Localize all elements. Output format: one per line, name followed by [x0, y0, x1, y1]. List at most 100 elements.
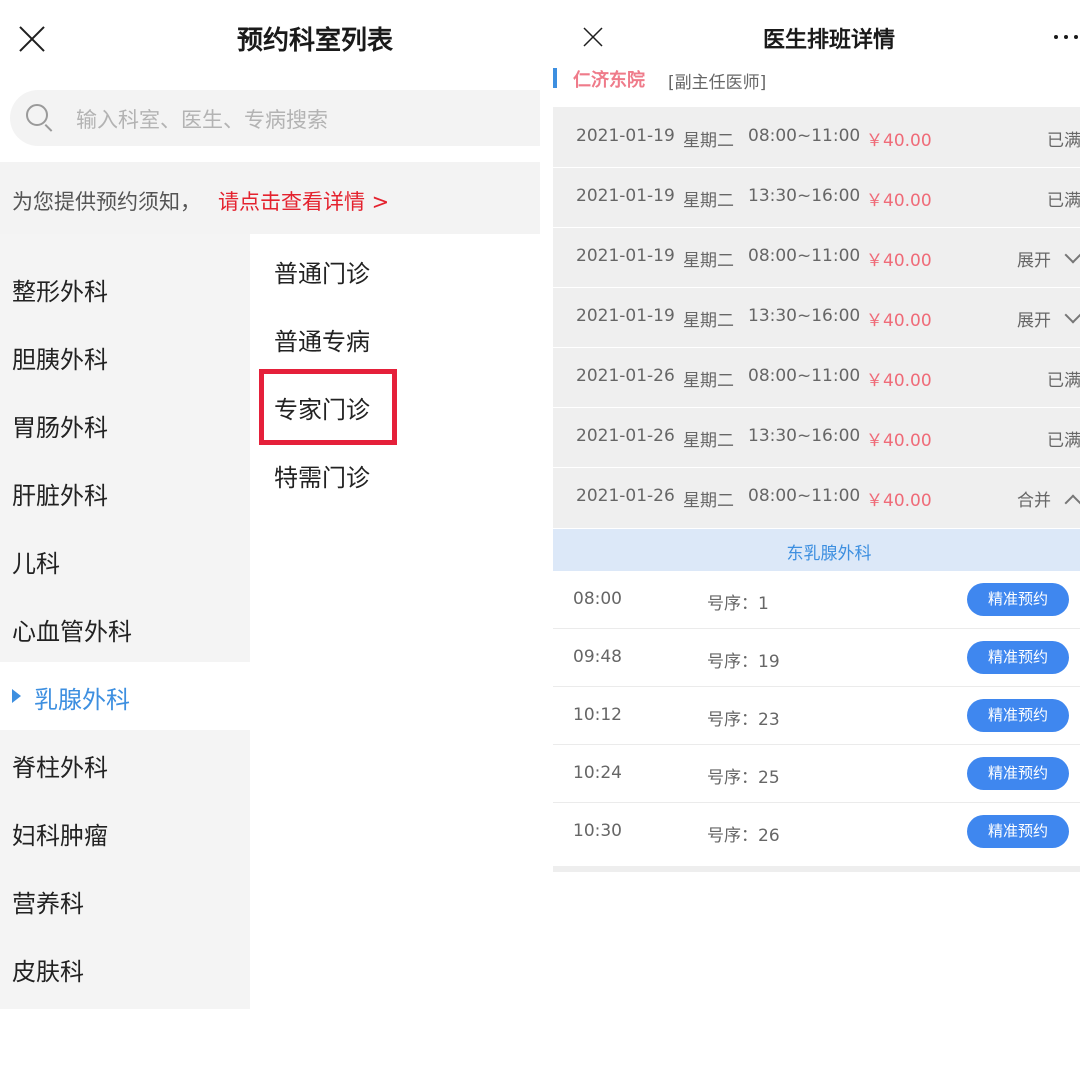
sidebar-item-department[interactable]: 肝脏外科: [0, 458, 250, 526]
expand-toggle[interactable]: 展开: [1017, 306, 1051, 331]
schedule-row[interactable]: 2021-01-19 星期二 13:30~16:00 ￥40.00 展开: [553, 287, 1080, 348]
sidebar-item-department[interactable]: 心血管外科: [0, 594, 250, 662]
schedule-date: 2021-01-19: [576, 306, 675, 326]
department-label: 营养科: [12, 890, 84, 918]
triangle-right-icon: [12, 689, 21, 703]
schedule-date: 2021-01-26: [576, 486, 675, 506]
sidebar-item-department[interactable]: 整形外科: [0, 254, 250, 322]
clinic-type-item[interactable]: 特需门诊: [274, 458, 370, 493]
department-label: 妇科肿瘤: [12, 822, 108, 850]
schedule-price: ￥40.00: [866, 311, 932, 331]
schedule-weekday: 星期二: [683, 191, 734, 211]
time-slot-row: 09:48 号序：19 精准预约: [553, 629, 1080, 687]
schedule-time: 13:30~16:00: [748, 426, 861, 446]
notice-text: 为您提供预约须知，: [12, 190, 201, 214]
search-bar[interactable]: 输入科室、医生、专病搜索: [10, 90, 550, 146]
page-title: 医生排班详情: [762, 28, 895, 53]
sidebar-item-department[interactable]: 胃肠外科: [0, 390, 250, 458]
schedule-row[interactable]: 2021-01-26 星期二 08:00~11:00 ￥40.00 合并: [553, 467, 1080, 527]
schedule-time: 08:00~11:00: [748, 126, 861, 146]
sidebar-item-department[interactable]: 皮肤科: [0, 934, 250, 1002]
notice-detail-link[interactable]: 请点击查看详情 >: [218, 186, 389, 216]
schedule-time: 08:00~11:00: [748, 246, 861, 266]
section-label: 东乳腺外科: [786, 544, 872, 564]
page-title: 预约科室列表: [236, 26, 393, 56]
slot-time: 10:24: [573, 763, 622, 783]
book-button[interactable]: 精准预约: [967, 583, 1069, 616]
chevron-down-icon[interactable]: [1064, 246, 1080, 264]
chevron-down-icon[interactable]: [1064, 306, 1080, 324]
schedule-status: 已满: [1047, 191, 1080, 211]
department-label: 胆胰外科: [12, 346, 108, 374]
slot-number: 号序：26: [707, 826, 780, 846]
schedule-price: ￥40.00: [866, 131, 932, 151]
sidebar-item-department[interactable]: 脊柱外科: [0, 730, 250, 798]
book-button[interactable]: 精准预约: [967, 815, 1069, 848]
book-button[interactable]: 精准预约: [967, 699, 1069, 732]
department-label: 皮肤科: [12, 958, 84, 986]
collapse-toggle[interactable]: 合并: [1017, 486, 1051, 511]
clinic-type-item[interactable]: 普通门诊: [274, 254, 370, 289]
slot-number: 号序：19: [707, 652, 780, 672]
sidebar-item-department[interactable]: 营养科: [0, 866, 250, 934]
schedule-date: 2021-01-19: [576, 246, 675, 266]
schedule-status: 已满: [1047, 431, 1080, 451]
expand-toggle[interactable]: 展开: [1017, 246, 1051, 271]
schedule-date: 2021-01-26: [576, 366, 675, 386]
accent-bar: [553, 68, 557, 88]
schedule-weekday: 星期二: [683, 431, 734, 451]
search-icon: [26, 104, 48, 126]
schedule-weekday: 星期二: [683, 251, 734, 271]
schedule-weekday: 星期二: [683, 311, 734, 331]
book-button[interactable]: 精准预约: [967, 757, 1069, 790]
time-slot-row: 10:12 号序：23 精准预约: [553, 687, 1080, 745]
slot-time: 08:00: [573, 589, 622, 609]
department-label: 肝脏外科: [12, 482, 108, 510]
time-slot-row: 10:24 号序：25 精准预约: [553, 745, 1080, 803]
schedule-price: ￥40.00: [866, 251, 932, 271]
schedule-row: 2021-01-26 星期二 13:30~16:00 ￥40.00 已满: [553, 407, 1080, 468]
schedule-row[interactable]: 2021-01-19 星期二 08:00~11:00 ￥40.00 展开: [553, 227, 1080, 288]
sidebar-item-department[interactable]: 妇科肿瘤: [0, 798, 250, 866]
schedule-row: 2021-01-19 星期二 08:00~11:00 ￥40.00 已满: [553, 107, 1080, 168]
department-label: 心血管外科: [12, 618, 132, 646]
search-input[interactable]: 输入科室、医生、专病搜索: [76, 104, 328, 134]
schedule-price: ￥40.00: [866, 491, 932, 511]
department-label: 胃肠外科: [12, 414, 108, 442]
schedule-time: 08:00~11:00: [748, 486, 861, 506]
department-label: 儿科: [12, 550, 60, 578]
schedule-status: 已满: [1047, 371, 1080, 391]
sidebar-item-department-active[interactable]: 乳腺外科: [0, 662, 250, 730]
slot-time: 09:48: [573, 647, 622, 667]
slot-time: 10:12: [573, 705, 622, 725]
slot-number: 号序：23: [707, 710, 780, 730]
right-header: 医生排班详情: [540, 0, 1080, 64]
sidebar-item-department[interactable]: 胆胰外科: [0, 322, 250, 390]
slot-number: 号序：1: [707, 594, 769, 614]
clinic-type-item[interactable]: 普通专病: [274, 322, 370, 357]
left-header: 预约科室列表: [0, 0, 540, 76]
notice-bar: 为您提供预约须知， 请点击查看详情 >: [0, 162, 540, 234]
section-header: 东乳腺外科: [553, 529, 1080, 571]
sidebar-item-department[interactable]: 儿科: [0, 526, 250, 594]
schedule-time: 08:00~11:00: [748, 366, 861, 386]
book-button[interactable]: 精准预约: [967, 641, 1069, 674]
schedule-row: 2021-01-19 星期二 13:30~16:00 ￥40.00 已满: [553, 167, 1080, 228]
schedule-weekday: 星期二: [683, 491, 734, 511]
department-label: 脊柱外科: [12, 754, 108, 782]
schedule-weekday: 星期二: [683, 131, 734, 151]
schedule-list: 2021-01-19 星期二 08:00~11:00 ￥40.00 已满 202…: [553, 107, 1080, 528]
department-sidebar: 整形外科 胆胰外科 胃肠外科 肝脏外科 儿科 心血管外科 乳腺外科 脊柱外科 妇…: [0, 234, 250, 1009]
schedule-date: 2021-01-26: [576, 426, 675, 446]
department-list-panel: 预约科室列表 输入科室、医生、专病搜索 为您提供预约须知， 请点击查看详情 > …: [0, 0, 550, 1079]
schedule-detail-panel: 医生排班详情 仁济东院 [副主任医师] 2021-01-19 星期二 08:00…: [540, 0, 1080, 1079]
doctor-hospital: 仁济东院: [573, 70, 645, 91]
slot-time: 10:30: [573, 821, 622, 841]
schedule-status: 已满: [1047, 131, 1080, 151]
schedule-time: 13:30~16:00: [748, 186, 861, 206]
doctor-title: [副主任医师]: [668, 73, 767, 93]
schedule-weekday: 星期二: [683, 371, 734, 391]
schedule-price: ￥40.00: [866, 371, 932, 391]
time-slot-row: 10:30 号序：26 精准预约: [553, 803, 1080, 860]
chevron-up-icon[interactable]: [1064, 494, 1080, 512]
